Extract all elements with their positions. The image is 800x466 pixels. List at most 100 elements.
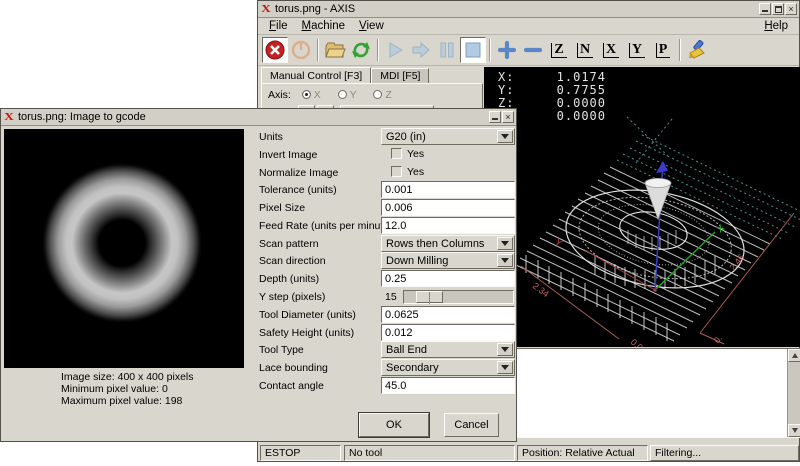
torus-image xyxy=(4,129,244,368)
minimize-icon xyxy=(492,115,498,120)
chevron-down-icon xyxy=(501,347,509,352)
machine-power-icon xyxy=(290,39,312,61)
pause-icon xyxy=(436,39,458,61)
dialog-close-button[interactable]: × xyxy=(502,111,514,123)
plot-y-axis-label: Y xyxy=(552,237,564,250)
y-step-value: 15 xyxy=(385,291,397,303)
pixel-size-input[interactable] xyxy=(381,199,515,216)
depth-input[interactable] xyxy=(381,270,515,287)
dro-row-y: Y:0.7755 xyxy=(498,83,514,97)
open-folder-icon xyxy=(324,39,346,61)
lace-bounding-combo[interactable]: Secondary xyxy=(381,359,515,376)
field-label-safety-height: Safety Height (units) xyxy=(259,327,354,339)
status-estop: ESTOP xyxy=(260,445,341,461)
cancel-button[interactable]: Cancel xyxy=(444,413,499,437)
invert-checkbox[interactable] xyxy=(391,148,402,159)
safety-height-input[interactable] xyxy=(381,324,515,341)
reload-button[interactable] xyxy=(348,37,374,63)
combo-arrow xyxy=(497,254,513,267)
menu-file[interactable]: File xyxy=(262,19,295,33)
maximize-icon xyxy=(775,6,782,13)
dialog-title: torus.png: Image to gcode xyxy=(18,111,146,123)
chevron-down-icon xyxy=(501,134,509,139)
axis-y-radio[interactable] xyxy=(338,90,347,99)
pause-button[interactable] xyxy=(434,37,460,63)
tool-type-combo[interactable]: Ball End xyxy=(381,341,515,358)
preview-3d-plot[interactable]: 2.34 2.46 0.01 0. Y X xyxy=(484,67,800,347)
axis-y-label: Y xyxy=(350,89,357,101)
zoom-in-button[interactable] xyxy=(494,37,520,63)
clear-plot-button[interactable] xyxy=(684,37,710,63)
tab-manual-control[interactable]: Manual Control [F3] xyxy=(261,67,371,84)
y-step-slider-thumb[interactable] xyxy=(416,291,443,303)
scroll-down-button[interactable] xyxy=(788,424,800,437)
source-image-preview xyxy=(4,129,244,368)
view-rotated-top-button[interactable]: N xyxy=(572,37,598,63)
view-perspective-button[interactable]: P xyxy=(650,37,676,63)
minimize-button[interactable] xyxy=(759,3,771,15)
chevron-down-icon xyxy=(501,365,509,370)
y-step-slider[interactable] xyxy=(403,290,514,304)
axis-titlebar[interactable]: X torus.png - AXIS × xyxy=(258,1,799,18)
step-button[interactable] xyxy=(408,37,434,63)
view-side-button[interactable]: X xyxy=(598,37,624,63)
axis-z-radio[interactable] xyxy=(373,90,382,99)
axis-x-radio[interactable] xyxy=(302,90,311,99)
image-max-text: Maximum pixel value: 198 xyxy=(61,395,182,407)
field-label-units: Units xyxy=(259,131,283,143)
menu-help[interactable]: Help xyxy=(757,19,795,33)
tolerance-input[interactable] xyxy=(381,181,515,198)
menu-machine[interactable]: Machine xyxy=(295,19,352,33)
feed-rate-input[interactable] xyxy=(381,217,515,234)
toolbar-separator xyxy=(377,39,379,61)
tab-mdi[interactable]: MDI [F5] xyxy=(371,68,429,84)
minimize-icon xyxy=(762,7,768,12)
program-scrollbar[interactable] xyxy=(787,349,800,437)
field-label-tool-diameter: Tool Diameter (units) xyxy=(259,309,356,321)
dialog-minimize-button[interactable] xyxy=(489,111,501,123)
field-label-y-step: Y step (pixels) xyxy=(259,291,325,303)
contact-angle-input[interactable] xyxy=(381,377,515,394)
preview-panel[interactable]: 2.34 2.46 0.01 0. Y X X:1.0174 Y:0.7755 … xyxy=(484,67,800,347)
axis-logo-icon: X xyxy=(261,3,271,15)
view-rotated-top-icon: N xyxy=(577,43,593,58)
arrow-up-icon xyxy=(792,353,798,358)
normalize-checkbox[interactable] xyxy=(391,166,402,177)
scan-direction-value: Down Milling xyxy=(386,255,448,267)
normalize-checkbox-row: Yes xyxy=(391,166,424,178)
dim-left-label: 2.34 xyxy=(531,281,551,300)
stop-button[interactable] xyxy=(460,37,486,63)
image-min-text: Minimum pixel value: 0 xyxy=(61,383,168,395)
machine-power-button[interactable] xyxy=(288,37,314,63)
scroll-up-button[interactable] xyxy=(788,349,800,362)
estop-button[interactable] xyxy=(262,37,288,63)
maximize-button[interactable] xyxy=(772,3,784,15)
dro-row-x: X:1.0174 xyxy=(498,70,514,84)
program-listing[interactable] xyxy=(484,348,800,438)
stop-icon xyxy=(462,39,484,61)
estop-icon xyxy=(264,39,286,61)
tool-type-value: Ball End xyxy=(386,344,427,356)
view-front-button[interactable]: Y xyxy=(624,37,650,63)
view-top-icon: Z xyxy=(551,43,566,58)
open-file-button[interactable] xyxy=(322,37,348,63)
menu-view[interactable]: View xyxy=(352,19,391,33)
view-top-button[interactable]: Z xyxy=(546,37,572,63)
zoom-out-button[interactable] xyxy=(520,37,546,63)
ok-button[interactable]: OK xyxy=(359,413,429,437)
tool-diameter-input[interactable] xyxy=(381,306,515,323)
scan-pattern-combo[interactable]: Rows then Columns xyxy=(381,235,515,252)
toolbar: Z N X Y P xyxy=(258,35,799,66)
invert-checkbox-row: Yes xyxy=(391,148,424,160)
chevron-down-icon xyxy=(501,258,509,263)
toolbar-separator xyxy=(679,39,681,61)
toolbar-separator xyxy=(489,39,491,61)
close-button[interactable]: × xyxy=(785,3,797,15)
field-label-scan-pattern: Scan pattern xyxy=(259,238,319,250)
dialog-titlebar[interactable]: X torus.png: Image to gcode × xyxy=(1,109,516,126)
units-combo[interactable]: G20 (in) xyxy=(381,128,515,145)
scan-direction-combo[interactable]: Down Milling xyxy=(381,252,515,269)
field-label-lace-bounding: Lace bounding xyxy=(259,362,328,374)
view-front-icon: Y xyxy=(629,43,645,58)
run-button[interactable] xyxy=(382,37,408,63)
